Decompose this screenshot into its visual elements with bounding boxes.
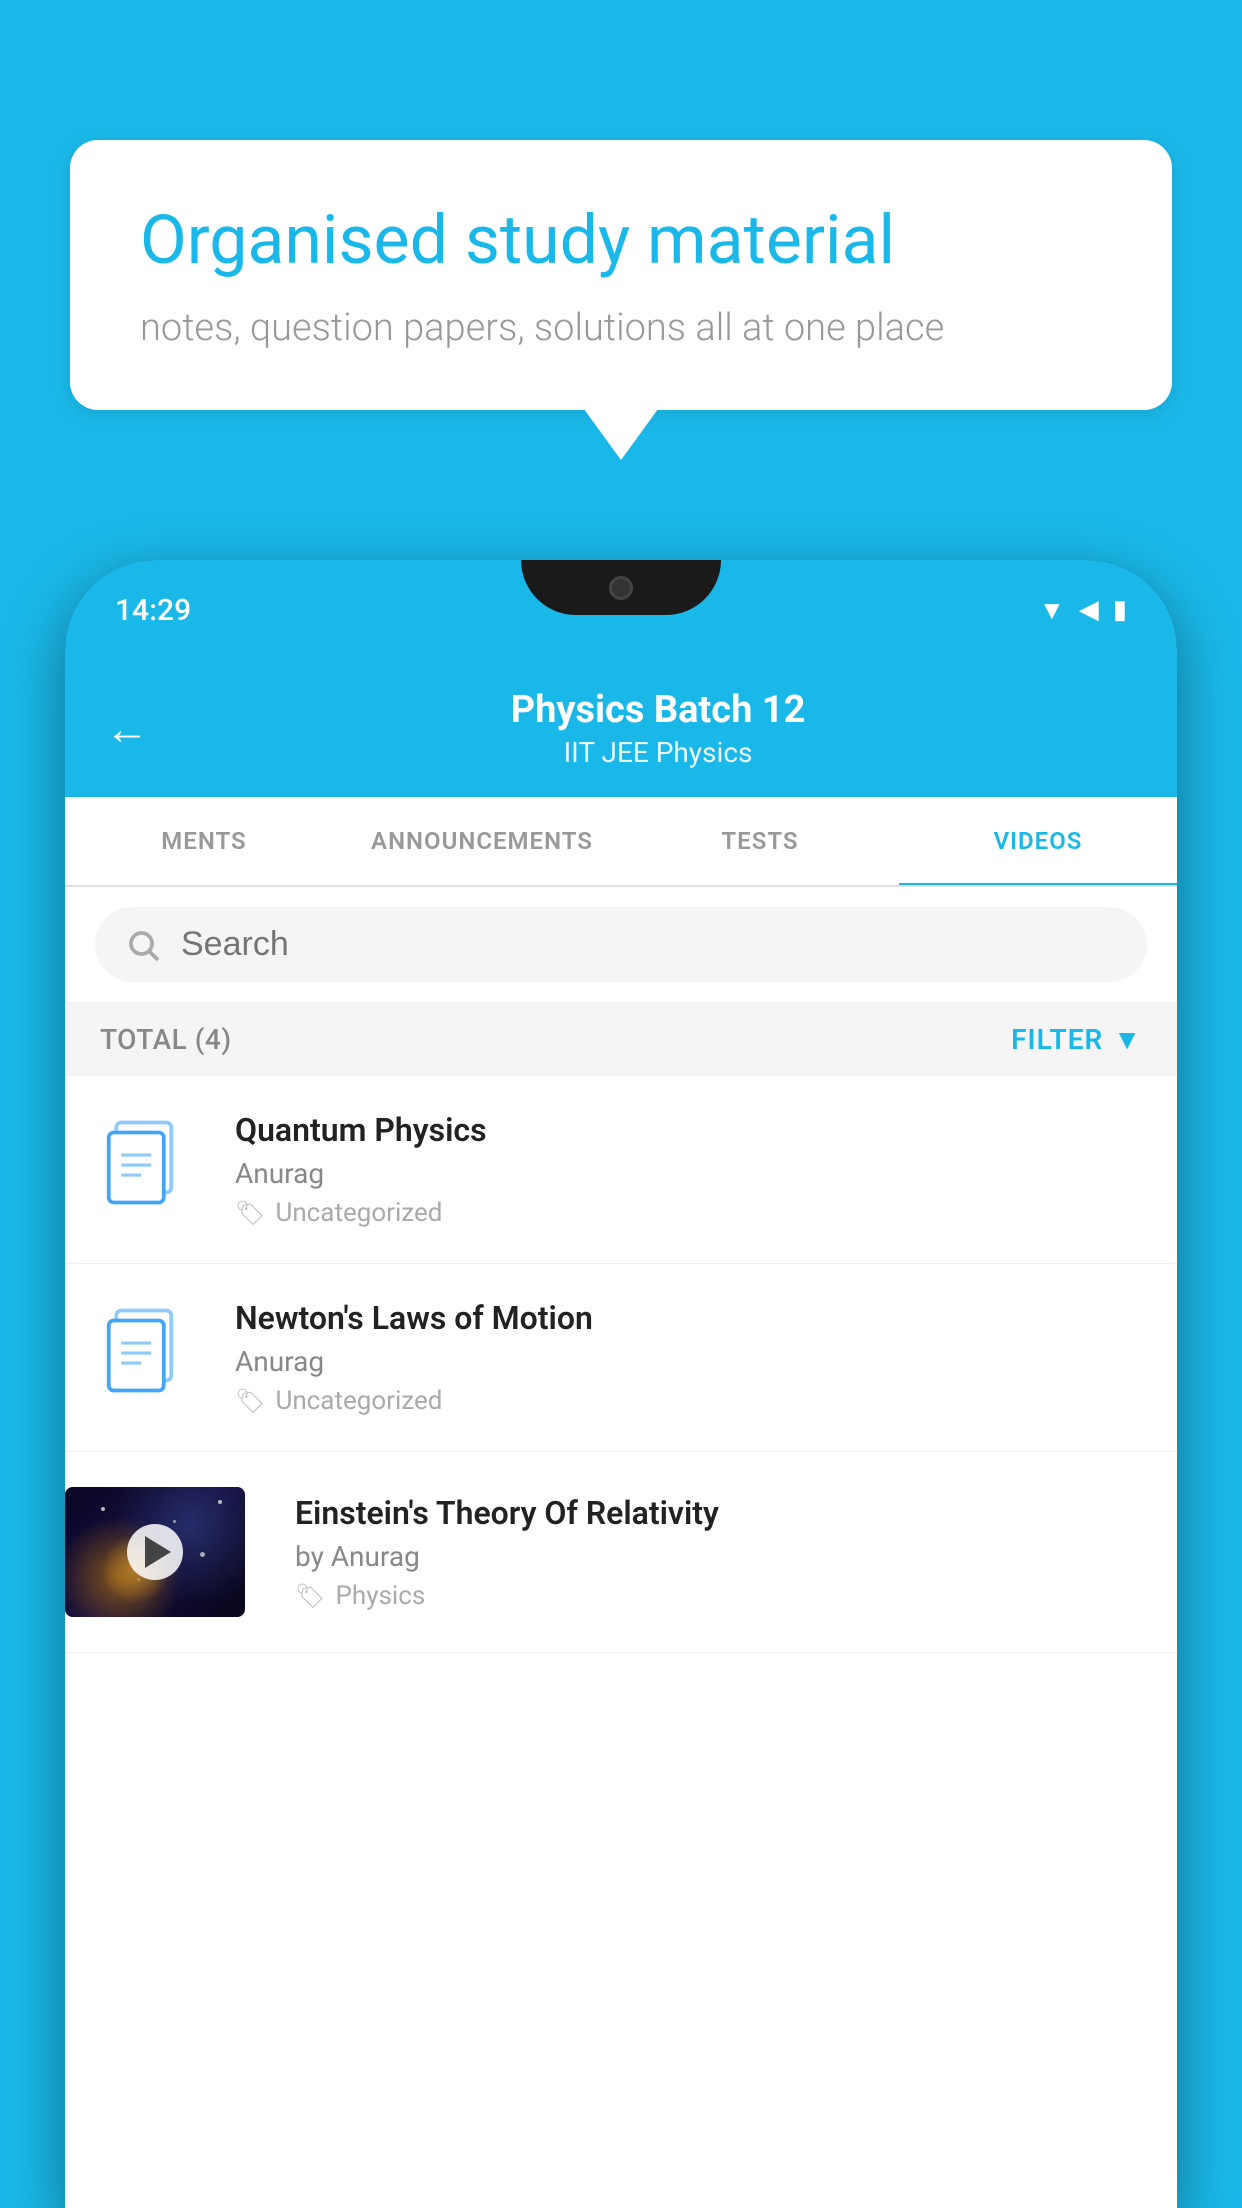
total-count: TOTAL (4) <box>100 1023 232 1056</box>
status-icons: ▼ ◀ ▮ <box>1039 595 1127 626</box>
filter-label: FILTER <box>1011 1023 1103 1056</box>
tag-label-2: Physics <box>335 1581 425 1611</box>
status-bar: 14:29 ▼ ◀ ▮ <box>65 560 1177 660</box>
search-wrapper <box>95 907 1147 982</box>
filter-button[interactable]: FILTER ▼ <box>1011 1023 1142 1056</box>
search-container <box>65 887 1177 1003</box>
wifi-icon: ▼ <box>1039 595 1065 626</box>
batch-subtitle: IIT JEE Physics <box>179 736 1137 769</box>
item-tag-0: 🏷 Uncategorized <box>235 1198 1147 1228</box>
item-title-0: Quantum Physics <box>235 1111 1147 1149</box>
play-button[interactable] <box>127 1524 183 1580</box>
phone-camera <box>609 576 633 600</box>
play-triangle-icon <box>145 1536 171 1568</box>
tag-label-0: Uncategorized <box>275 1198 442 1228</box>
tab-ments[interactable]: MENTS <box>65 797 343 885</box>
document-icon <box>105 1308 195 1408</box>
item-author-0: Anurag <box>235 1157 1147 1190</box>
item-author-2: by Anurag <box>295 1540 1147 1573</box>
speech-bubble-container: Organised study material notes, question… <box>70 140 1172 410</box>
search-icon <box>125 927 161 963</box>
item-info-1: Newton's Laws of Motion Anurag 🏷 Uncateg… <box>235 1299 1147 1416</box>
battery-icon: ▮ <box>1113 595 1127 625</box>
video-list: Quantum Physics Anurag 🏷 Uncategorized <box>65 1076 1177 1653</box>
tag-icon-0: 🏷 <box>235 1199 265 1227</box>
bubble-title: Organised study material <box>140 200 1102 282</box>
item-tag-1: 🏷 Uncategorized <box>235 1386 1147 1416</box>
item-author-1: Anurag <box>235 1345 1147 1378</box>
back-button[interactable]: ← <box>105 703 149 755</box>
status-time: 14:29 <box>115 593 191 628</box>
list-item[interactable]: Newton's Laws of Motion Anurag 🏷 Uncateg… <box>65 1264 1177 1452</box>
list-item[interactable]: Quantum Physics Anurag 🏷 Uncategorized <box>65 1076 1177 1264</box>
tag-icon-1: 🏷 <box>235 1387 265 1415</box>
document-icon <box>105 1120 195 1220</box>
item-thumbnail-0 <box>95 1115 205 1225</box>
item-thumbnail-1 <box>95 1303 205 1413</box>
phone-frame: 14:29 ▼ ◀ ▮ ← Physics Batch 12 IIT JEE P… <box>65 560 1177 2208</box>
item-thumbnail-2 <box>65 1487 245 1617</box>
total-bar: TOTAL (4) FILTER ▼ <box>65 1003 1177 1076</box>
item-info-0: Quantum Physics Anurag 🏷 Uncategorized <box>235 1111 1147 1228</box>
tab-announcements[interactable]: ANNOUNCEMENTS <box>343 797 621 885</box>
phone-screen: ← Physics Batch 12 IIT JEE Physics MENTS… <box>65 660 1177 2208</box>
tab-tests[interactable]: TESTS <box>621 797 899 885</box>
tabs-bar: MENTS ANNOUNCEMENTS TESTS VIDEOS <box>65 797 1177 887</box>
header-title-group: Physics Batch 12 IIT JEE Physics <box>179 688 1137 769</box>
search-input[interactable] <box>181 925 1117 964</box>
item-tag-2: 🏷 Physics <box>295 1581 1147 1611</box>
tag-icon-2: 🏷 <box>295 1582 325 1610</box>
list-item[interactable]: Einstein's Theory Of Relativity by Anura… <box>65 1452 1177 1653</box>
tab-videos[interactable]: VIDEOS <box>899 797 1177 885</box>
item-title-1: Newton's Laws of Motion <box>235 1299 1147 1337</box>
bubble-subtitle: notes, question papers, solutions all at… <box>140 306 1102 350</box>
item-title-2: Einstein's Theory Of Relativity <box>295 1494 1147 1532</box>
phone-notch <box>521 560 721 615</box>
tag-label-1: Uncategorized <box>275 1386 442 1416</box>
speech-bubble: Organised study material notes, question… <box>70 140 1172 410</box>
signal-icon: ◀ <box>1079 595 1099 625</box>
item-info-2: Einstein's Theory Of Relativity by Anura… <box>295 1494 1147 1611</box>
play-button-overlay[interactable] <box>65 1487 245 1617</box>
filter-icon: ▼ <box>1113 1023 1142 1056</box>
app-header: ← Physics Batch 12 IIT JEE Physics <box>65 660 1177 797</box>
batch-title: Physics Batch 12 <box>179 688 1137 732</box>
